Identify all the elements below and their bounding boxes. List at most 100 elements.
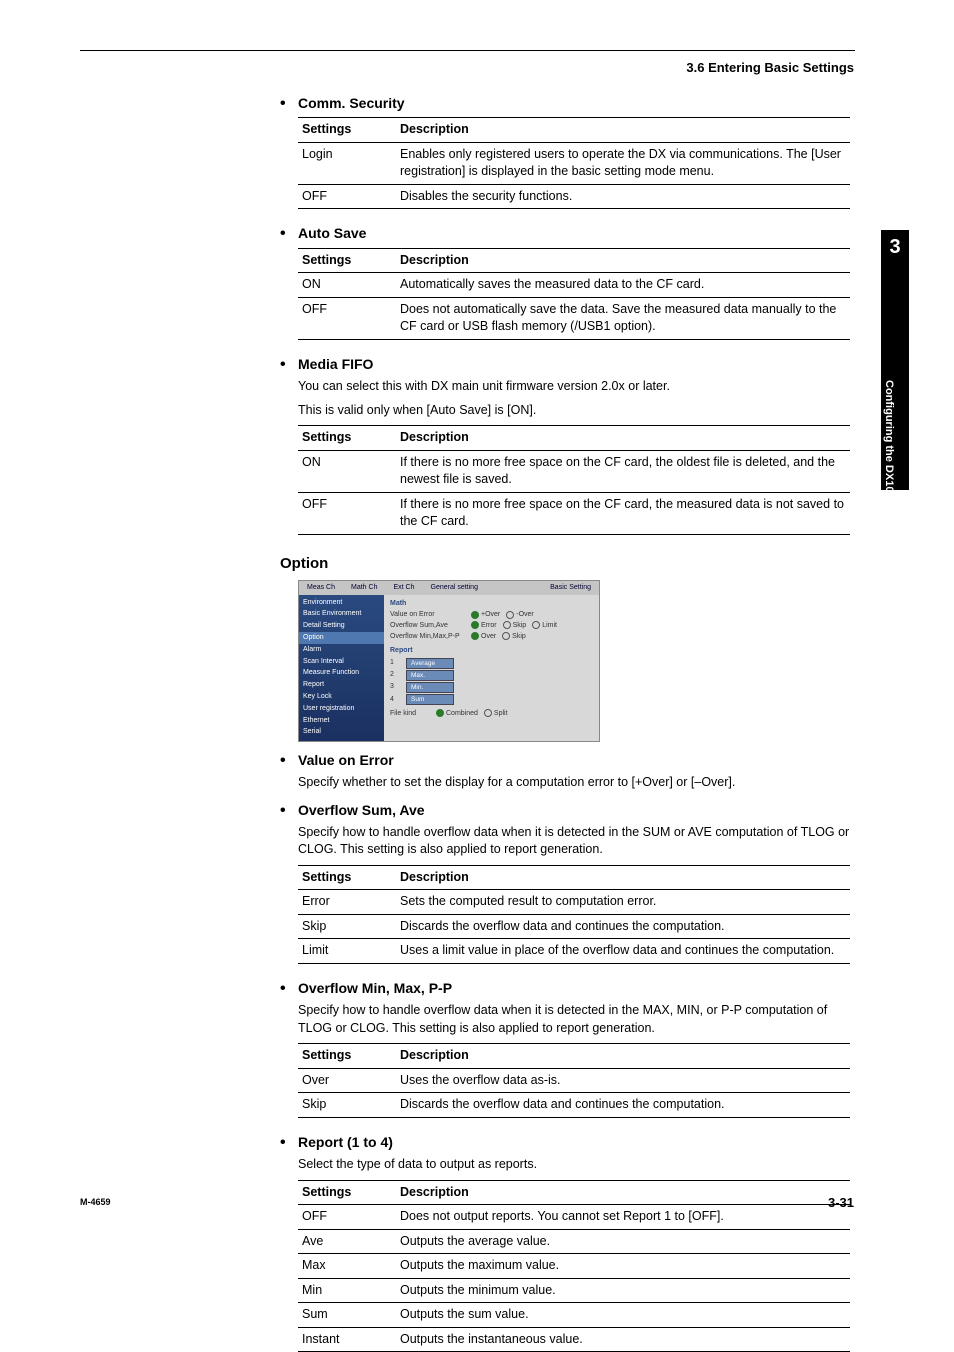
radio-option[interactable]: +Over [471,610,500,620]
th-settings: Settings [298,1180,396,1205]
radio-icon [471,621,479,629]
radio-icon [471,632,479,640]
th-settings: Settings [298,426,396,451]
media-fifo-note2: This is valid only when [Auto Save] is [… [298,402,850,420]
radio-icon [502,632,510,640]
shot-select[interactable]: Average [406,658,454,669]
th-description: Description [396,248,850,273]
para-value-on-error: Specify whether to set the display for a… [298,774,850,792]
sidebar-item[interactable]: Detail Setting [299,620,384,632]
para-overflow-sum-ave: Specify how to handle overflow data when… [298,824,850,859]
sidebar-item[interactable]: Scan Interval [299,656,384,668]
shot-tab[interactable]: General setting [423,583,486,593]
heading-overflow-sum-ave: Overflow Sum, Ave [280,800,850,822]
sidebar-item[interactable]: Measure Function [299,667,384,679]
table-row: ErrorSets the computed result to computa… [298,890,850,915]
table-row: SkipDiscards the overflow data and conti… [298,914,850,939]
chapter-title: Configuring the DX1000/DX2000 [883,380,895,548]
th-description: Description [396,118,850,143]
radio-option[interactable]: -Over [506,610,534,620]
embedded-screenshot: Meas Ch Math Ch Ext Ch General setting B… [298,580,600,742]
sidebar-item[interactable]: Report [299,679,384,691]
footer-doc-id: M-4659 [80,1197,111,1207]
sidebar-item-selected[interactable]: Option [299,632,384,644]
th-description: Description [396,865,850,890]
shot-section-math: Math [390,599,593,609]
page-header: 3.6 Entering Basic Settings [686,60,854,75]
sidebar-item[interactable]: Alarm [299,644,384,656]
radio-option[interactable]: Error [471,621,497,631]
radio-option[interactable]: Combined [436,709,478,719]
shot-tab[interactable]: Math Ch [343,583,385,593]
table-row: SkipDiscards the overflow data and conti… [298,1093,850,1118]
table-row: OFFIf there is no more free space on the… [298,492,850,534]
sidebar-item[interactable]: Key Lock [299,691,384,703]
th-settings: Settings [298,865,396,890]
shot-tab[interactable]: Basic Setting [542,583,599,593]
heading-option: Option [280,553,850,574]
table-auto-save: Settings Description ONAutomatically sav… [298,248,850,340]
shot-rownum: 3 [390,682,400,692]
shot-section-report: Report [390,646,593,656]
chapter-number: 3 [881,230,909,259]
media-fifo-note1: You can select this with DX main unit fi… [298,378,850,396]
radio-icon [471,611,479,619]
radio-option[interactable]: Limit [532,621,557,631]
th-settings: Settings [298,118,396,143]
table-row: MaxOutputs the maximum value. [298,1254,850,1279]
para-overflow-min-max: Specify how to handle overflow data when… [298,1002,850,1037]
table-row: MinOutputs the minimum value. [298,1278,850,1303]
table-row: ONAutomatically saves the measured data … [298,273,850,298]
th-description: Description [396,426,850,451]
table-overflow-min-max: Settings Description OverUses the overfl… [298,1043,850,1118]
table-row: OverUses the overflow data as-is. [298,1068,850,1093]
shot-rownum: 1 [390,658,400,668]
sidebar-item[interactable]: Environment [299,597,384,609]
th-description: Description [396,1180,850,1205]
heading-overflow-min-max: Overflow Min, Max, P-P [280,978,850,1000]
shot-tabs: Meas Ch Math Ch Ext Ch General setting B… [299,581,599,595]
radio-option[interactable]: Split [484,709,508,719]
radio-icon [503,621,511,629]
sidebar-item[interactable]: Serial [299,726,384,738]
table-row: LoginEnables only registered users to op… [298,142,850,184]
table-media-fifo: Settings Description ONIf there is no mo… [298,425,850,535]
shot-sidebar: Environment Basic Environment Detail Set… [299,595,384,741]
table-row: LimitUses a limit value in place of the … [298,939,850,964]
shot-rownum: 4 [390,695,400,705]
heading-report: Report (1 to 4) [280,1132,850,1154]
radio-option[interactable]: Skip [503,621,527,631]
shot-label: Overflow Sum,Ave [390,621,465,631]
heading-comm-security: Comm. Security [280,93,850,115]
shot-label: Overflow Min,Max,P-P [390,632,465,642]
radio-option[interactable]: Over [471,632,496,642]
shot-label: Value on Error [390,610,465,620]
table-row: OFFDoes not output reports. You cannot s… [298,1205,850,1230]
shot-select[interactable]: Min. [406,682,454,693]
sidebar-item[interactable]: Basic Environment [299,608,384,620]
heading-value-on-error: Value on Error [280,750,850,772]
table-row: AveOutputs the average value. [298,1229,850,1254]
radio-icon [436,709,444,717]
shot-tab[interactable]: Meas Ch [299,583,343,593]
table-row: SumOutputs the sum value. [298,1303,850,1328]
chapter-tab: 3 Configuring the DX1000/DX2000 [881,230,909,490]
th-description: Description [396,1044,850,1069]
content-column: Comm. Security Settings Description Logi… [280,85,850,1352]
table-row: OFFDisables the security functions. [298,184,850,209]
shot-tab[interactable]: Ext Ch [385,583,422,593]
radio-icon [484,709,492,717]
sidebar-item[interactable]: Ethernet [299,715,384,727]
table-row: InstantOutputs the instantaneous value. [298,1327,850,1352]
table-report: Settings Description OFFDoes not output … [298,1180,850,1352]
shot-rownum: 2 [390,670,400,680]
shot-select[interactable]: Sum [406,694,454,705]
th-settings: Settings [298,1044,396,1069]
radio-icon [532,621,540,629]
sidebar-item[interactable]: User registration [299,703,384,715]
page: 3.6 Entering Basic Settings 3 Configurin… [0,0,954,1235]
shot-select[interactable]: Max. [406,670,454,681]
radio-option[interactable]: Skip [502,632,526,642]
th-settings: Settings [298,248,396,273]
shot-label: File kind [390,709,430,719]
